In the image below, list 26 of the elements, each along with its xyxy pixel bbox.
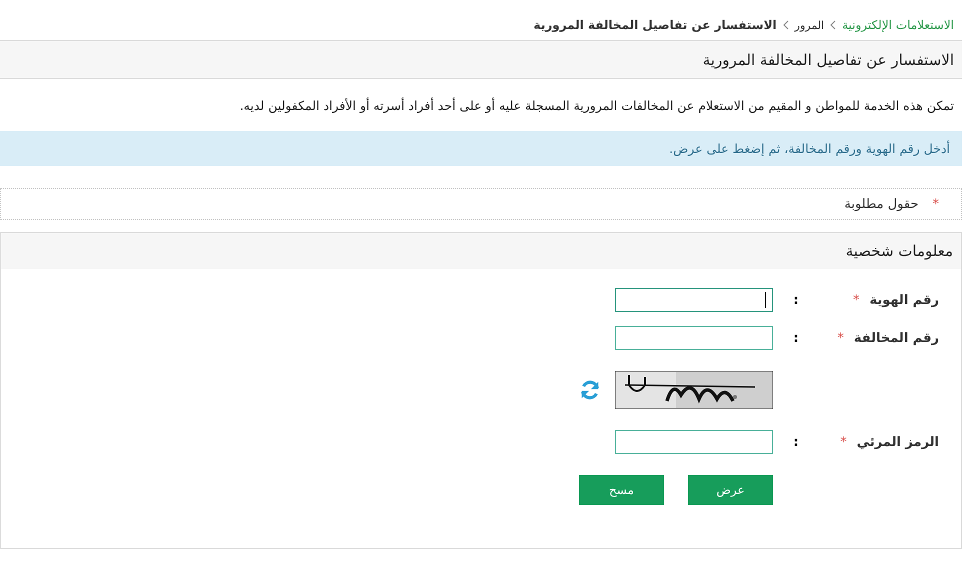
required-mark: * [932, 196, 939, 212]
colon: : [792, 330, 800, 346]
required-mark: * [840, 434, 847, 450]
description-text: تمكن هذه الخدمة للمواطن و المقيم من الاستعلام عن المخالفات المرورية المسجلة عليه أو على أحد أفراد أسرته أو الأفراد المكفولين لديه. [238, 98, 954, 113]
field-label: رقم الهوية [869, 292, 939, 308]
breadcrumb-link[interactable]: الاستعلامات الإلكترونية [842, 18, 954, 32]
input-field[interactable] [615, 288, 773, 312]
input-field[interactable] [615, 430, 773, 454]
required-mark: * [852, 292, 860, 308]
required-mark: * [837, 330, 844, 346]
chevron-icon [782, 20, 789, 30]
field-label: رقم المخالفة [854, 330, 939, 346]
show-button[interactable]: عرض [688, 475, 773, 505]
field-label: الرمز المرئي [856, 434, 939, 450]
clear-button[interactable]: مسح [579, 475, 664, 505]
info-message: أدخل رقم الهوية ورقم المخالفة، ثم إضغط على عرض. [669, 141, 950, 156]
page-title: الاستفسار عن تفاصيل المخالفة المرورية [702, 50, 954, 68]
section-title: معلومات شخصية [846, 242, 953, 260]
chevron-icon [830, 20, 836, 30]
required-label: حقول مطلوبة [844, 196, 918, 212]
breadcrumb-link[interactable]: الاستفسار عن تفاصيل المخالفة المرورية [534, 18, 777, 32]
colon: : [792, 434, 800, 450]
breadcrumb-link[interactable]: المرور [794, 18, 824, 32]
colon: : [792, 292, 800, 308]
input-field[interactable] [615, 326, 773, 350]
refresh-icon[interactable] [579, 379, 601, 401]
